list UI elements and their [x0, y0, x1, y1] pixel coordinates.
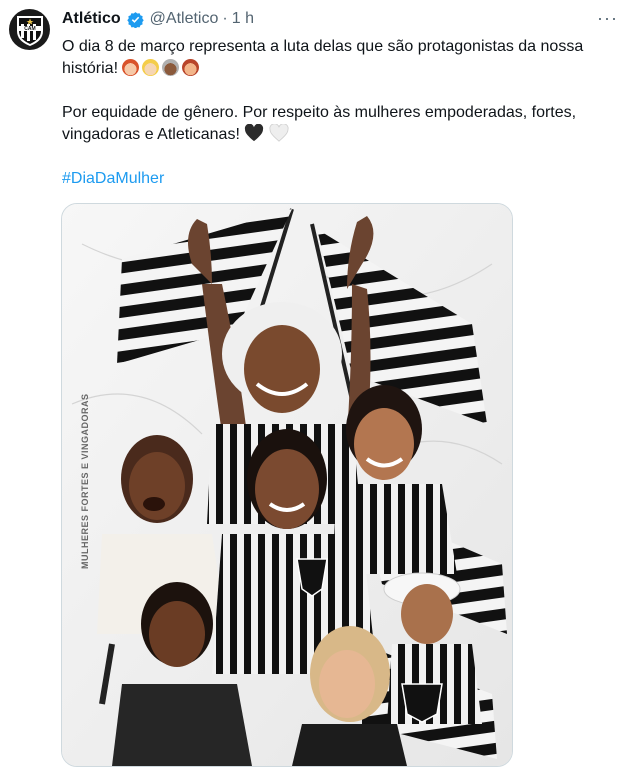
author-name[interactable]: Atlético: [62, 10, 121, 28]
author-handle[interactable]: @Atletico: [150, 10, 219, 28]
media-illustration: MULHERES FORTES E VINGADORAS: [62, 204, 512, 766]
atletico-crest-icon: CAM: [16, 15, 43, 46]
tweet-text-line2: Por equidade de gênero. Por respeito às …: [62, 102, 622, 146]
tweet-media-image[interactable]: MULHERES FORTES E VINGADORAS: [61, 203, 513, 767]
hashtag-link[interactable]: #DiaDaMulher: [62, 170, 164, 187]
old-woman-emoji: [162, 59, 180, 76]
black-heart-emoji: [245, 124, 264, 142]
tweet-body: O dia 8 de março representa a luta delas…: [62, 36, 622, 190]
media-vertical-text: MULHERES FORTES E VINGADORAS: [80, 393, 90, 569]
woman-blond-emoji: [142, 59, 160, 76]
tweet-text-line1: O dia 8 de março representa a luta delas…: [62, 36, 622, 80]
more-options-icon[interactable]: ···: [597, 8, 618, 29]
timestamp[interactable]: 1 h: [232, 10, 254, 28]
white-heart-emoji: [269, 124, 289, 142]
woman-curly-hair-emoji: [182, 59, 200, 76]
tweet-text-1: O dia 8 de março representa a luta delas…: [62, 38, 584, 77]
woman-red-hair-emoji: [122, 59, 140, 76]
tweet-text-2: Por equidade de gênero. Por respeito às …: [62, 104, 577, 143]
hashtag-line: #DiaDaMulher: [62, 168, 622, 190]
avatar[interactable]: CAM: [9, 9, 50, 50]
crest-text: CAM: [24, 26, 35, 32]
verified-badge-icon: [126, 11, 144, 28]
tweet-header: Atlético @Atletico · 1 h: [62, 10, 254, 28]
separator-dot: ·: [222, 10, 228, 27]
tweet[interactable]: CAM Atlético @Atletico · 1 h ··· O dia 8…: [0, 0, 634, 777]
